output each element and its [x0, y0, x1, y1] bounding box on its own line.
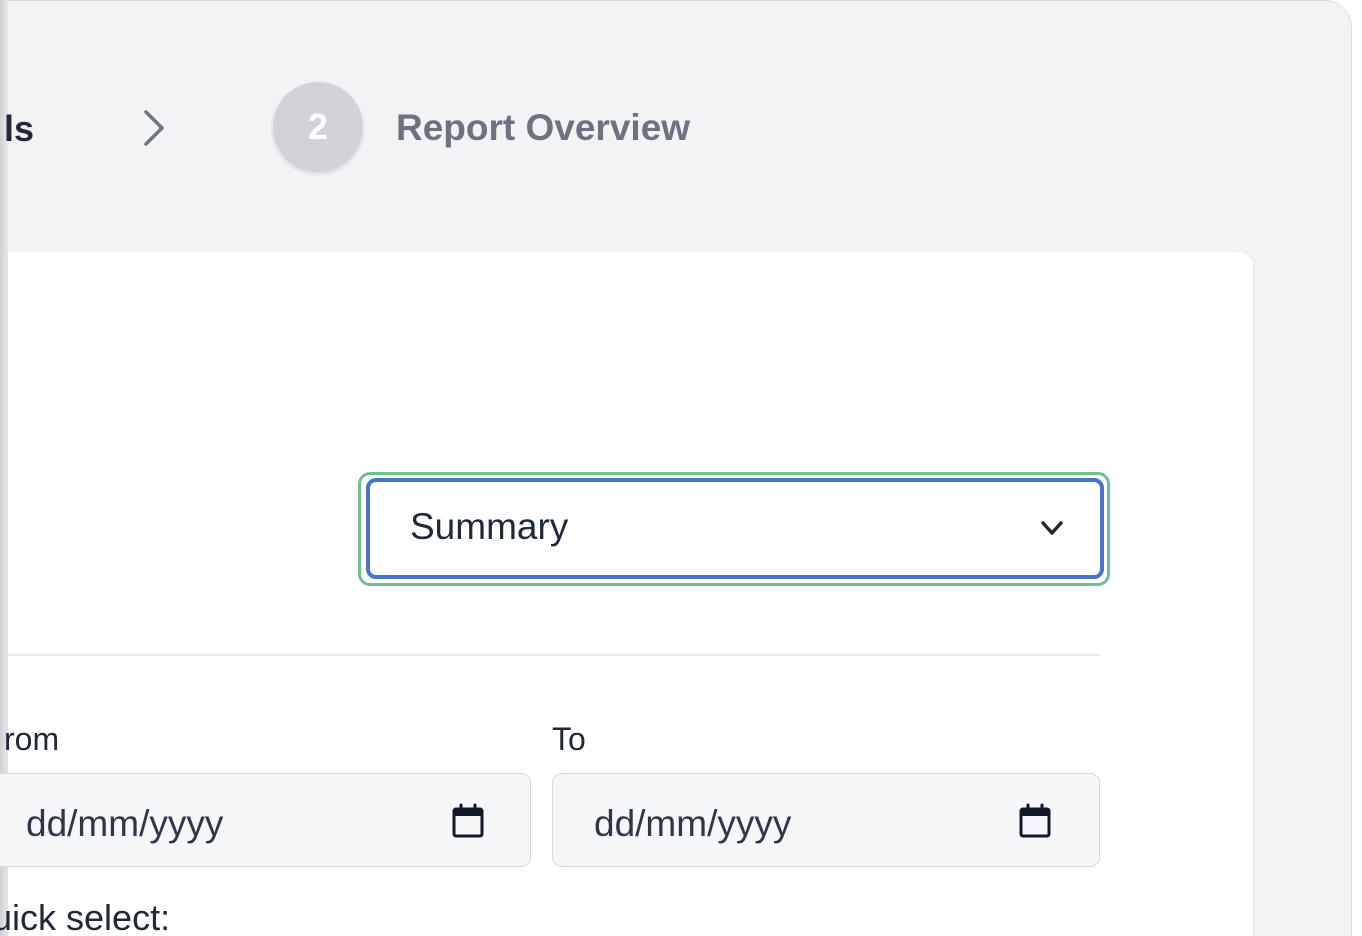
calendar-icon[interactable]	[451, 803, 485, 839]
report-type-selected-value[interactable]: Summary	[410, 505, 568, 549]
from-date-label: rom	[4, 721, 60, 757]
app-window: ls 2 Report Overview Summary rom To dd/m…	[0, 0, 1352, 936]
step-2-indicator[interactable]: 2	[273, 82, 363, 172]
step-2-label[interactable]: Report Overview	[396, 106, 690, 150]
to-date-placeholder[interactable]: dd/mm/yyyy	[594, 803, 791, 845]
quick-select-label: uick select:	[0, 897, 171, 936]
calendar-icon[interactable]	[1018, 803, 1052, 839]
step-2-number: 2	[307, 106, 329, 147]
from-date-placeholder[interactable]: dd/mm/yyyy	[26, 803, 223, 845]
chevron-right-icon	[144, 110, 164, 146]
step-1-label[interactable]: ls	[4, 108, 34, 150]
section-divider	[8, 654, 1100, 656]
chevron-down-icon[interactable]	[1038, 514, 1066, 542]
to-date-label: To	[552, 721, 586, 757]
